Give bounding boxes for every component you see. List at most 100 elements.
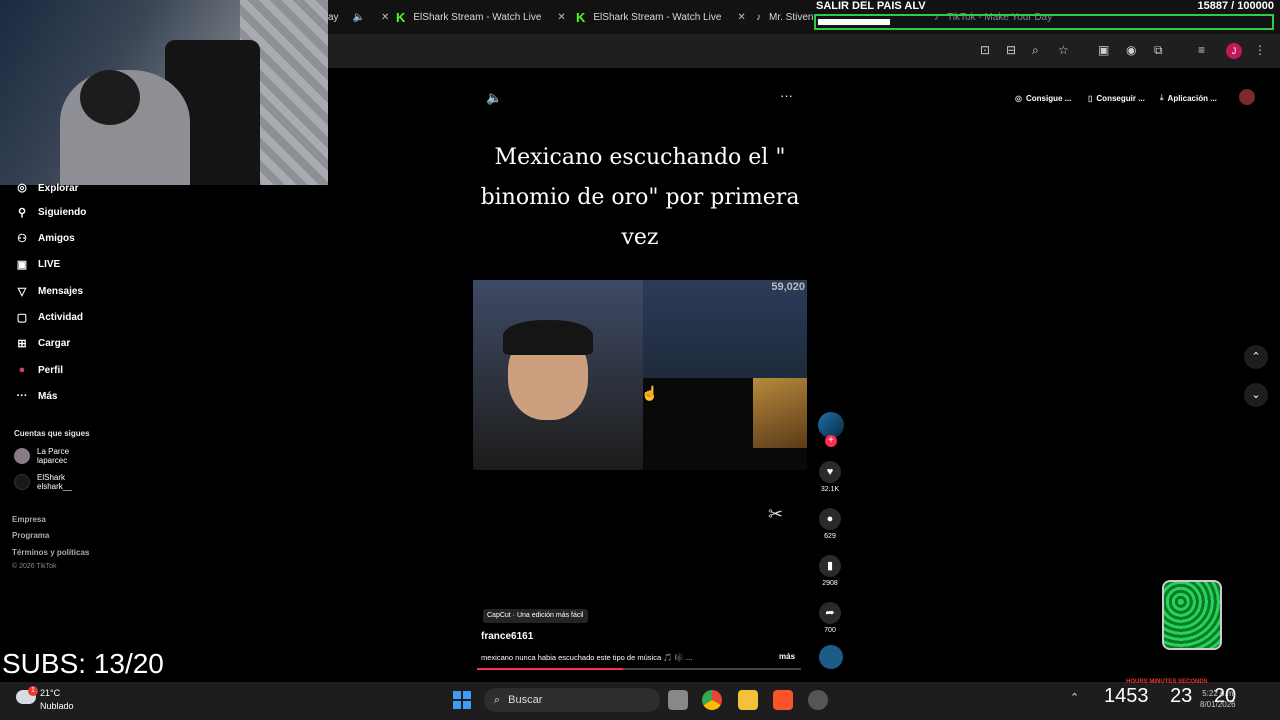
tab-label: ElShark Stream - Watch Live xyxy=(413,11,542,23)
kick-logo-icon: K xyxy=(396,9,406,25)
save-button[interactable]: ▮ 2908 xyxy=(818,555,842,587)
sidebar-item-label: Más xyxy=(38,390,58,402)
more-link[interactable]: más xyxy=(779,652,795,661)
sidebar-item-perfil[interactable]: ● Perfil xyxy=(14,360,63,380)
capcut-tag[interactable]: CapCut · Una edición más fácil xyxy=(483,609,588,623)
file-explorer-icon[interactable] xyxy=(738,690,758,710)
chrome-icon[interactable] xyxy=(702,690,722,710)
weather-condition: Nublado xyxy=(40,701,74,711)
following-section-label: Cuentas que sigues xyxy=(14,429,90,438)
sidebar-item-mensajes[interactable]: ▽ Mensajes xyxy=(14,281,83,301)
sidebar-item-cargar[interactable]: ⊞ Cargar xyxy=(14,333,70,353)
brave-icon[interactable] xyxy=(773,690,793,710)
copyright: © 2026 TikTok xyxy=(12,563,57,570)
close-icon[interactable]: ✕ xyxy=(381,12,389,23)
subs-counter: SUBS: 13/20 xyxy=(2,648,164,679)
footer-link-empresa[interactable]: Empresa xyxy=(12,515,46,524)
video-description: mexicano nunca habia escuchado este tipo… xyxy=(481,653,693,662)
webcam-overlay xyxy=(0,0,328,185)
avatar xyxy=(14,448,30,464)
comment-count: 629 xyxy=(824,533,836,540)
close-icon[interactable]: ✕ xyxy=(737,12,745,23)
sidebar-item-label: Actividad xyxy=(38,311,84,323)
inset-view-count: 59,020 xyxy=(771,281,805,293)
download-icon: ⤓ xyxy=(1160,93,1164,102)
search-icon: ⌕ xyxy=(494,693,501,706)
close-icon[interactable]: ✕ xyxy=(557,12,565,23)
live-icon: ▣ xyxy=(16,258,28,271)
like-button[interactable]: ♥ 32.1K xyxy=(818,461,842,493)
footer-link-programa[interactable]: Programa xyxy=(12,531,49,540)
zoom-icon[interactable]: ⌕ xyxy=(1032,43,1039,58)
followed-account[interactable]: ElShark elshark__ xyxy=(14,473,72,491)
tab-label: ElShark Stream - Watch Live xyxy=(593,11,722,23)
browser-tab[interactable]: ♪ Mr. Stiven xyxy=(756,6,813,28)
windows-logo-icon xyxy=(463,691,471,699)
profile-avatar[interactable]: J xyxy=(1226,43,1242,59)
more-icon: ··· xyxy=(16,390,28,402)
windows-logo-icon xyxy=(463,701,471,709)
desktop-app-button[interactable]: ⤓ Aplicación ... xyxy=(1160,90,1217,106)
tray-chevron-icon[interactable]: ⌃ xyxy=(1070,691,1079,704)
comment-button[interactable]: ● 629 xyxy=(818,508,842,540)
profile-icon: ● xyxy=(18,364,26,376)
timer-seconds: 23 xyxy=(1170,685,1193,707)
browser-tab[interactable]: ay 🔈 ✕ xyxy=(328,6,389,28)
sidebar-item-live[interactable]: ▣ LIVE xyxy=(14,254,60,274)
sidebar-item-label: Siguiendo xyxy=(38,206,87,218)
menu-icon[interactable]: ⋮ xyxy=(1254,43,1266,57)
media-icon[interactable]: ≡ xyxy=(1198,43,1205,57)
button-label: Conseguir ... xyxy=(1096,93,1145,103)
share-button[interactable]: ➦ 700 xyxy=(818,602,842,634)
author-name[interactable]: france6161 xyxy=(481,631,533,642)
footer-link-terminos[interactable]: Términos y políticas xyxy=(12,548,89,557)
inset-background xyxy=(643,280,807,378)
weather-badge: 1 xyxy=(28,686,38,696)
account-name: La Parce xyxy=(37,447,70,456)
next-video-button[interactable]: ⌄ xyxy=(1244,383,1268,407)
comment-icon: ● xyxy=(819,508,841,530)
vpn-icon[interactable]: ◉ xyxy=(1126,43,1136,57)
taskbar-clock[interactable]: 5:22 p.m. 8/01/2026 xyxy=(1200,688,1236,710)
sidebar-item-label: Amigos xyxy=(38,232,75,244)
more-options-icon[interactable]: ··· xyxy=(780,88,793,103)
windows-logo-icon xyxy=(453,691,461,699)
tab-label: ay xyxy=(328,11,339,23)
sidebar-item-amigos[interactable]: ⚇ Amigos xyxy=(14,228,75,248)
speaker-icon[interactable]: 🔈 xyxy=(353,12,365,23)
follow-plus-icon[interactable]: + xyxy=(825,435,837,447)
start-button[interactable] xyxy=(453,691,471,709)
get-coins-button[interactable]: ◎ Consigue ... xyxy=(1015,90,1071,106)
messages-icon: ▽ xyxy=(17,285,27,298)
save-count: 2908 xyxy=(822,580,838,587)
task-view-icon[interactable] xyxy=(668,690,688,710)
video-progress-bar[interactable] xyxy=(477,668,801,670)
sidebar-item-mas[interactable]: ··· Más xyxy=(14,386,58,406)
bookmark-star-icon[interactable]: ☆ xyxy=(1058,43,1069,57)
extension-icon[interactable]: ▣ xyxy=(1098,43,1109,57)
volume-icon[interactable]: 🔈 xyxy=(486,90,502,106)
translate-icon[interactable]: ⊟ xyxy=(1006,43,1016,57)
followed-account[interactable]: La Parce laparcec xyxy=(14,447,69,465)
browser-tab[interactable]: K ElShark Stream - Watch Live ✕ xyxy=(396,6,566,28)
account-name: ElShark xyxy=(37,473,66,482)
browser-tab[interactable]: K ElShark Stream - Watch Live ✕ xyxy=(576,6,746,28)
sidebar-item-explorar[interactable]: ◎ Explorar xyxy=(14,176,78,194)
taskbar-search[interactable]: ⌕ Buscar xyxy=(484,688,660,712)
tab-label: Mr. Stiven xyxy=(769,11,814,23)
activity-icon: ▢ xyxy=(16,311,28,324)
following-icon: ⚲ xyxy=(17,206,27,219)
puzzle-icon[interactable]: ⧉ xyxy=(1154,43,1163,58)
heart-icon: ♥ xyxy=(819,461,841,483)
get-app-button[interactable]: ▯ Conseguir ... xyxy=(1088,90,1145,106)
hand-cursor-icon: ☝ xyxy=(641,385,659,401)
user-avatar[interactable] xyxy=(1239,89,1255,105)
music-disc-icon[interactable] xyxy=(819,645,843,669)
install-app-icon[interactable]: ⊡ xyxy=(980,43,990,57)
sidebar-item-actividad[interactable]: ▢ Actividad xyxy=(14,307,83,327)
button-label: Consigue ... xyxy=(1025,93,1072,103)
app-icon[interactable] xyxy=(808,690,828,710)
account-handle: laparcec xyxy=(37,456,68,465)
sidebar-item-siguiendo[interactable]: ⚲ Siguiendo xyxy=(14,202,86,222)
previous-video-button[interactable]: ⌃ xyxy=(1244,345,1268,369)
